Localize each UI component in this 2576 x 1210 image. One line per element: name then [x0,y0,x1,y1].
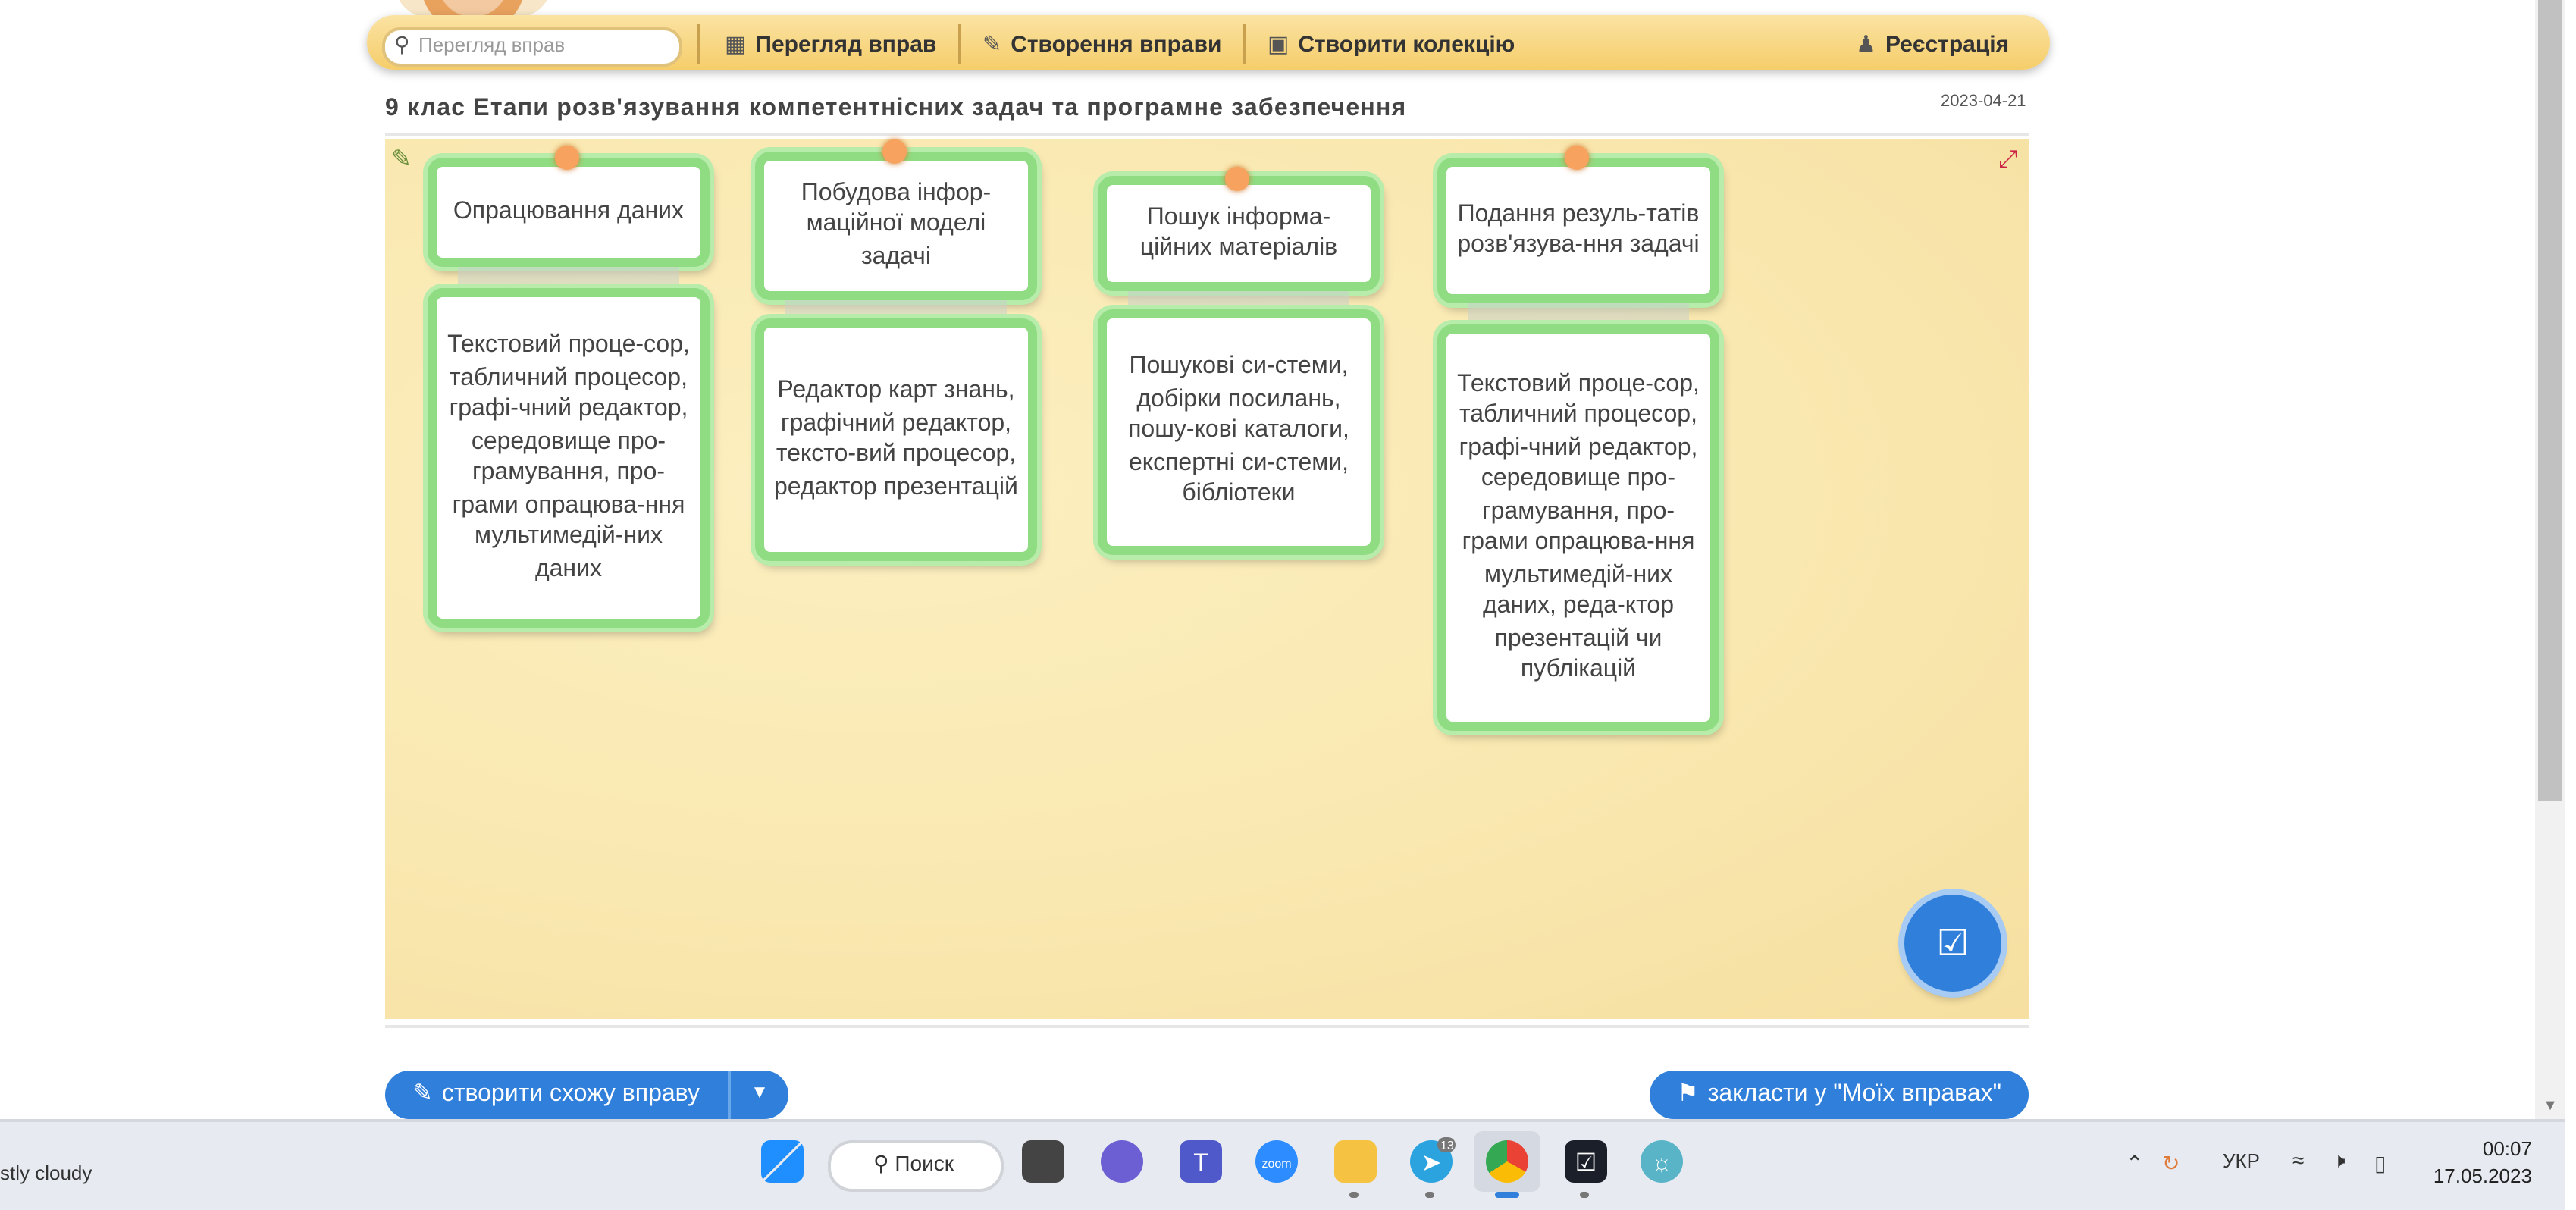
globe-app-icon[interactable]: ☼ [1641,1140,1683,1183]
running-indicator [1580,1192,1589,1198]
divider [385,1025,2029,1028]
nav-register[interactable]: ♟ Реєстрація [1856,27,2009,61]
tape-strip [458,267,679,285]
zoom-icon[interactable]: zoom [1255,1140,1298,1183]
column-header-card[interactable]: Побудова інфор-маційної моделі задачі [755,152,1037,300]
answer-card[interactable]: Текстовий проце-сор, табличний процесор,… [1437,324,1719,731]
task-view-icon[interactable] [1022,1140,1064,1183]
nav-divider [697,24,700,64]
file-explorer-icon[interactable] [1334,1140,1377,1183]
pin-icon [1225,167,1249,191]
pin-icon [555,146,579,170]
create-similar-dropdown[interactable]: ▼ [728,1071,788,1119]
bookmark-button[interactable]: ⚑ закласти у "Моїх вправах" [1650,1071,2029,1119]
scrollbar-thumb[interactable] [2538,0,2562,801]
active-indicator [1495,1192,1519,1198]
edit-icon: ✎ [412,1080,433,1107]
publish-date: 2023-04-21 [1941,94,2026,112]
nav-create-collection[interactable]: ▣ Створити колекцію [1268,27,1515,61]
running-indicator [1425,1192,1434,1198]
taskbar-search[interactable]: ⚲ Поиск [828,1140,1004,1192]
teams-chat-icon[interactable] [1101,1140,1143,1183]
column-header-card[interactable]: Пошук інформа-ційних матеріалів [1098,176,1380,291]
pin-icon [1565,146,1589,170]
tape-strip [1468,303,1689,321]
check-answers-button[interactable]: ☑ [1904,895,2001,992]
answer-card[interactable]: Пошукові си-стеми, добірки посилань, пош… [1098,309,1380,555]
tape-strip [1128,291,1349,309]
answer-card[interactable]: Редактор карт знань, графічний редактор,… [755,318,1037,561]
teams-icon[interactable]: T [1180,1140,1222,1183]
nav-divider [1243,24,1246,64]
check-icon: ☑ [1936,922,1970,964]
create-similar-button[interactable]: ✎ створити схожу вправу [385,1071,728,1119]
search-input[interactable]: ⚲ Перегляд вправ [382,27,682,67]
answer-card[interactable]: Текстовий проце-сор, табличний процесор,… [428,288,710,628]
tray-overflow-icon[interactable]: ⌃ [2126,1152,2144,1177]
scroll-down-arrow[interactable]: ▼ [2538,1095,2562,1119]
page-title: 9 клас Етапи розв'язування компетентнісн… [385,94,1407,121]
battery-icon[interactable]: ▯ [2374,1152,2386,1177]
chrome-icon[interactable] [1486,1140,1528,1183]
running-indicator [1349,1192,1359,1198]
weather-widget[interactable]: stly cloudy [0,1165,92,1186]
search-icon: ⚲ [873,1155,889,1177]
pin-icon [882,139,907,164]
grid-icon: ▦ [725,30,747,58]
pencil-icon: ✎ [982,30,1002,58]
screen: ⚲ Перегляд вправ ▦ Перегляд вправ ✎ Створе… [0,0,2574,1210]
bookmark-icon: ⚑ [1677,1080,1699,1107]
nav-divider [958,24,961,64]
shield-app-icon[interactable]: ☑ [1565,1140,1607,1183]
language-indicator[interactable]: УКР [2223,1152,2260,1174]
user-icon: ♟ [1856,30,1876,58]
nav-create-exercise[interactable]: ✎ Створення вправи [982,27,1222,61]
sync-icon[interactable]: ↻ [2162,1152,2180,1177]
divider [385,133,2029,136]
windows-start-icon[interactable] [761,1140,804,1183]
taskbar-clock[interactable]: 00:07 17.05.2023 [2426,1137,2532,1192]
browser-page: ⚲ Перегляд вправ ▦ Перегляд вправ ✎ Створе… [0,0,2535,1119]
volume-muted-icon[interactable]: 🕨 [2332,1152,2346,1177]
column-header-card[interactable]: Опрацювання даних [428,158,710,267]
edit-board-icon[interactable]: ✎ [391,146,412,173]
fullscreen-icon[interactable]: ⤢ [1998,146,2018,176]
nav-browse-exercises[interactable]: ▦ Перегляд вправ [725,27,936,61]
wifi-icon[interactable]: ≈ [2292,1152,2304,1174]
tape-strip [785,300,1007,318]
column-header-card[interactable]: Подання резуль-татів розв'язува-ння зада… [1437,158,1719,303]
collection-icon: ▣ [1268,30,1290,58]
caret-down-icon: ▼ [751,1086,769,1104]
search-icon: ⚲ [394,36,410,58]
